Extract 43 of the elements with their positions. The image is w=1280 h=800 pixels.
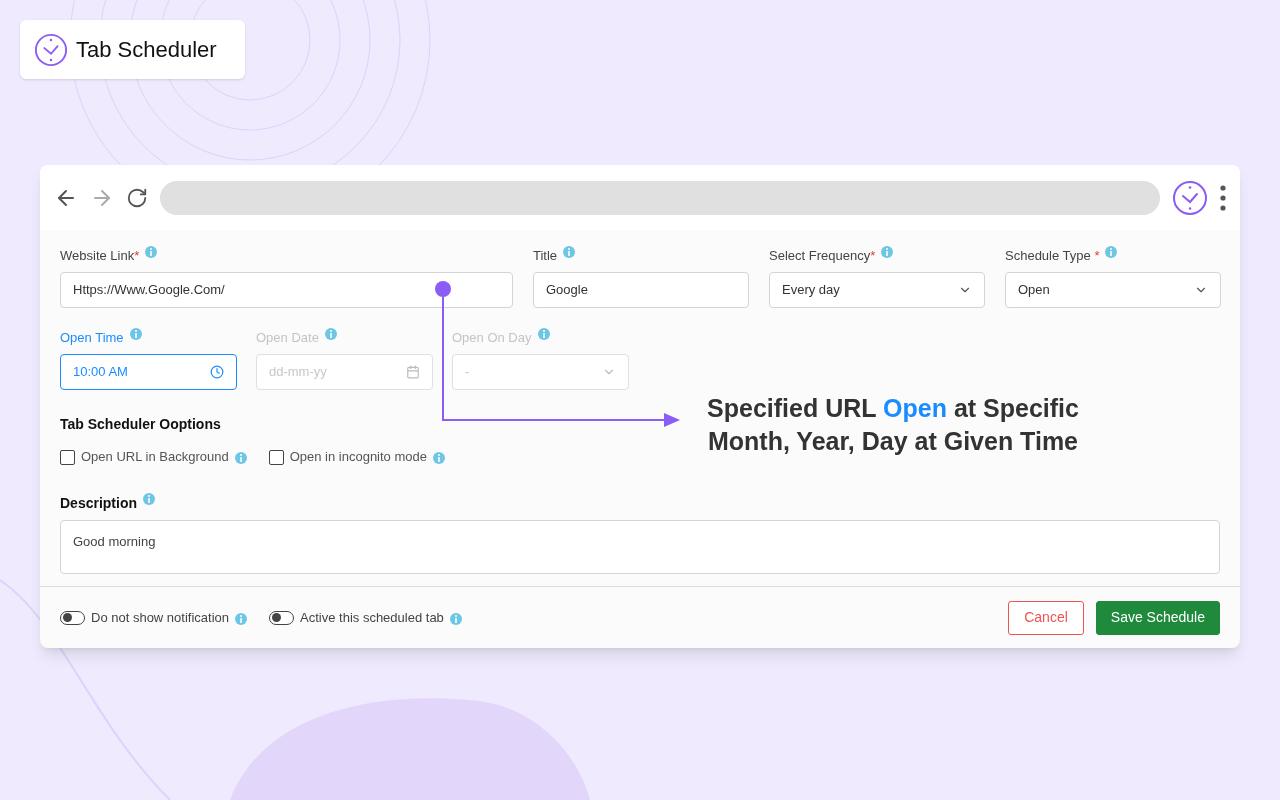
- info-icon[interactable]: [235, 612, 248, 625]
- toggle-label: Do not show notification: [91, 608, 230, 627]
- info-icon[interactable]: [324, 328, 337, 340]
- info-icon[interactable]: [143, 493, 155, 505]
- info-icon[interactable]: [234, 452, 247, 464]
- field-label: Title: [533, 247, 558, 265]
- info-icon[interactable]: [449, 612, 462, 625]
- annotation-caption: Specified URL Open at Specific Month, Year, Day at Given Time: [706, 393, 1080, 457]
- save-button[interactable]: Save Schedule: [1095, 600, 1220, 635]
- calendar-icon: [406, 365, 420, 379]
- address-bar[interactable]: [160, 180, 1160, 215]
- info-icon[interactable]: [881, 246, 894, 258]
- field-label: Open Time: [60, 329, 124, 347]
- info-icon[interactable]: [145, 246, 158, 258]
- dropdown[interactable]: Every day: [769, 272, 985, 308]
- checkbox-label: Open URL in Background: [81, 448, 229, 467]
- section-title: Tab Scheduler Ooptions: [60, 415, 222, 434]
- description-field[interactable]: Good morning: [60, 520, 1220, 574]
- more-menu-icon[interactable]: [1220, 184, 1226, 211]
- toggle-switch[interactable]: [60, 610, 85, 625]
- extension-icon: [1172, 179, 1208, 216]
- dropdown[interactable]: Open: [1005, 272, 1221, 308]
- field-label: Select Frequency*: [769, 247, 876, 265]
- checkbox[interactable]: [60, 449, 75, 465]
- info-icon[interactable]: [563, 246, 576, 258]
- info-icon[interactable]: [433, 452, 445, 464]
- brand-logo-icon: [34, 32, 68, 67]
- input-field[interactable]: Google: [533, 272, 749, 308]
- info-icon[interactable]: [129, 328, 142, 340]
- info-icon[interactable]: [1105, 246, 1118, 258]
- reload-icon[interactable]: [126, 186, 148, 209]
- checkbox-label: Open in incognito mode: [289, 448, 427, 467]
- toggle-label: Active this scheduled tab: [300, 608, 444, 627]
- field-label: Schedule Type *: [1005, 247, 1100, 265]
- field-label: Website Link*: [60, 247, 140, 265]
- info-icon[interactable]: [537, 328, 550, 340]
- brand-name: Tab Scheduler: [76, 36, 217, 64]
- section-title: Description: [60, 494, 137, 513]
- cancel-button[interactable]: Cancel: [1008, 600, 1084, 635]
- clock-icon: [210, 365, 224, 379]
- checkbox[interactable]: [268, 449, 284, 465]
- toggle-switch[interactable]: [269, 610, 295, 625]
- input-field[interactable]: Https://Www.Google.Com/: [60, 272, 513, 308]
